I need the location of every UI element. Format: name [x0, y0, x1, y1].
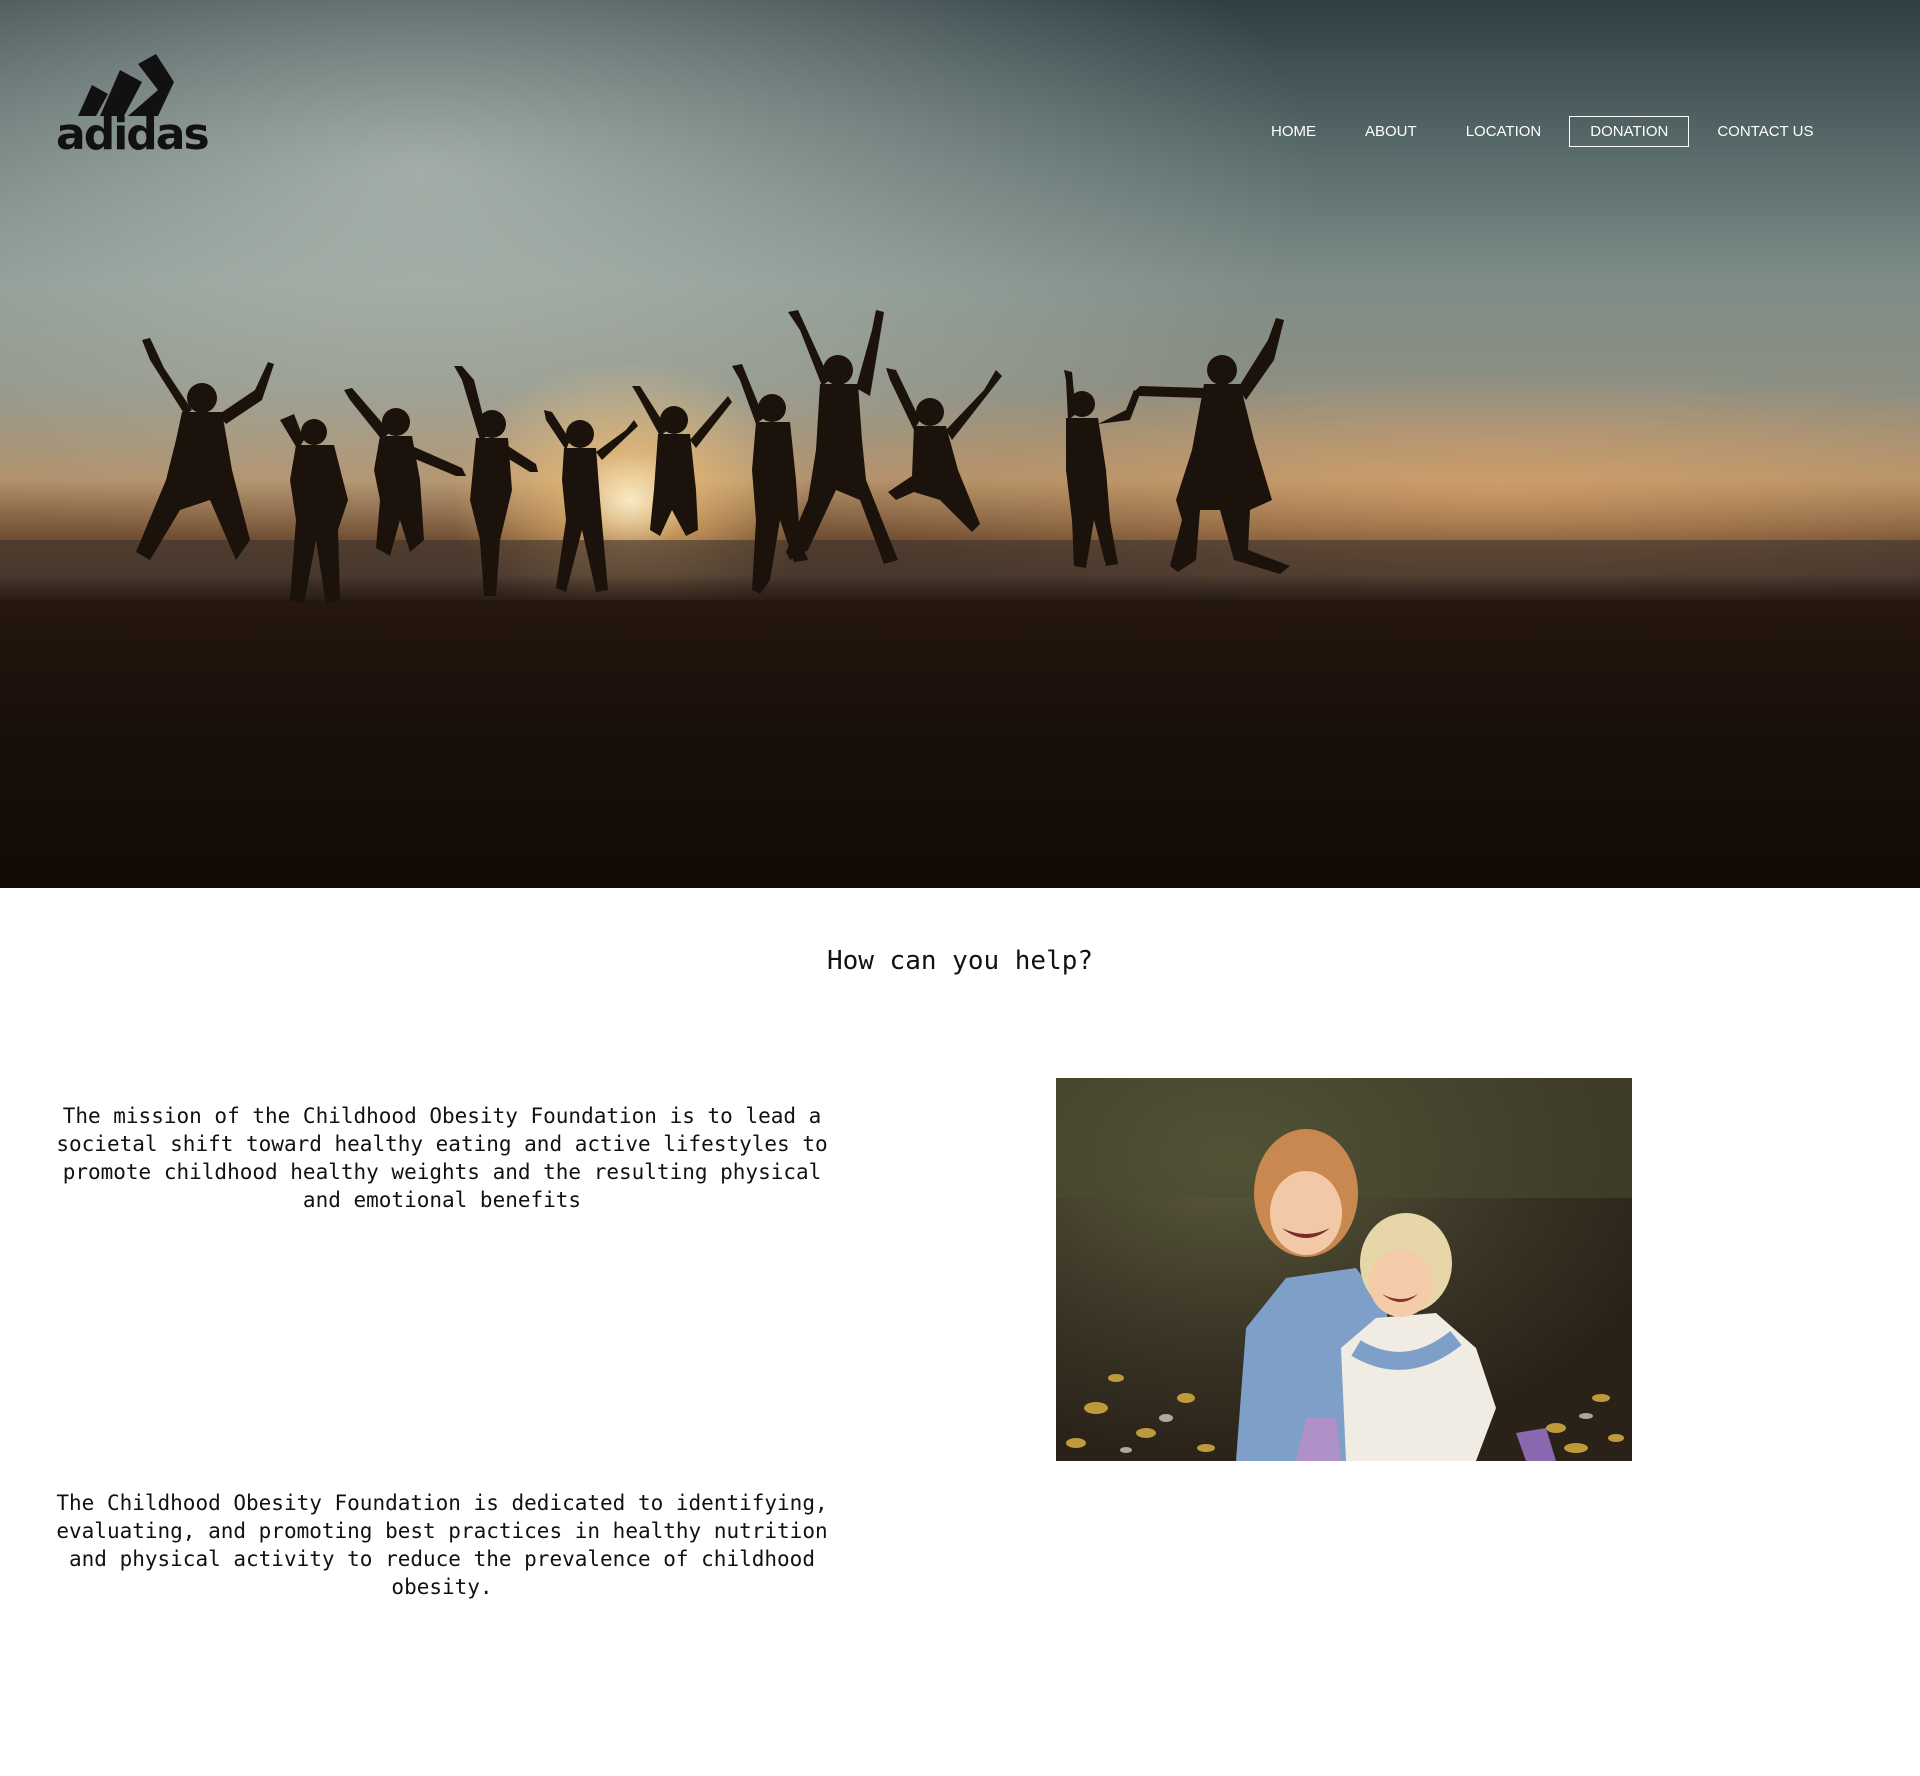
- three-stripes-icon: [78, 54, 174, 116]
- logo-wordmark: adidas: [56, 109, 210, 160]
- nav-contact-us[interactable]: CONTACT US: [1696, 116, 1834, 147]
- nav-about[interactable]: ABOUT: [1344, 116, 1438, 147]
- children-photo-image: [1056, 1078, 1632, 1461]
- children-photo: [1056, 1078, 1632, 1461]
- section-title: How can you help?: [826, 946, 1094, 976]
- nav-location[interactable]: LOCATION: [1445, 116, 1563, 147]
- mission-paragraph: The mission of the Childhood Obesity Fou…: [56, 1104, 828, 1212]
- nav-home[interactable]: HOME: [1250, 116, 1337, 147]
- adidas-logo[interactable]: adidas: [56, 54, 210, 160]
- hero-banner: adidas HOME ABOUT LOCATION DONATION CONT…: [0, 0, 1920, 888]
- main-nav: HOME ABOUT LOCATION DONATION CONTACT US: [1250, 115, 1841, 147]
- nav-donation[interactable]: DONATION: [1569, 115, 1690, 147]
- dedication-paragraph: The Childhood Obesity Foundation is dedi…: [56, 1491, 828, 1599]
